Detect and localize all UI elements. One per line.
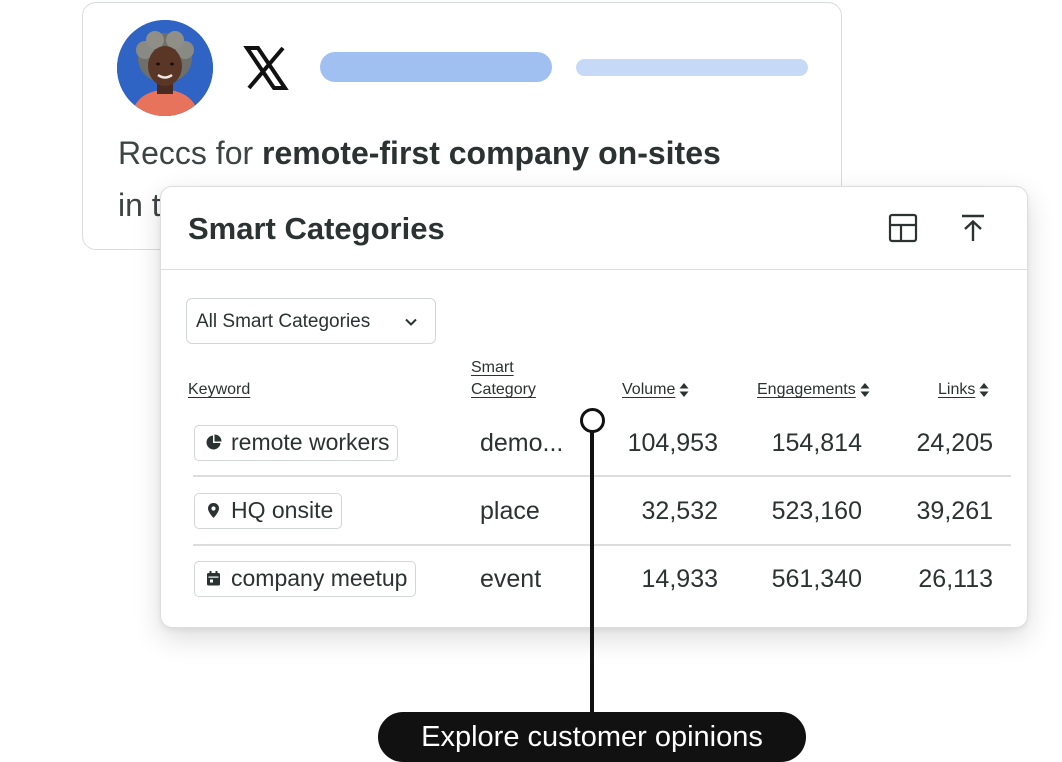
column-header-volume[interactable]: Volume xyxy=(622,379,689,401)
smart-categories-dropdown[interactable]: All Smart Categories xyxy=(186,298,436,344)
keyword-label: remote workers xyxy=(231,429,390,455)
dropdown-label: All Smart Categories xyxy=(196,311,371,332)
export-icon[interactable] xyxy=(957,212,989,244)
column-header-links-label: Links xyxy=(938,381,976,398)
callout-pin-line xyxy=(590,428,594,714)
placeholder-bar xyxy=(320,52,552,82)
column-header-links[interactable]: Links xyxy=(938,379,989,401)
callout-pin-circle xyxy=(580,408,605,433)
tweet-bold: remote-first company on-sites xyxy=(262,135,721,171)
location-pin-icon xyxy=(208,503,219,518)
sort-icon xyxy=(979,382,989,397)
engagements-cell: 523,160 xyxy=(771,497,862,525)
panel-title: Smart Categories xyxy=(188,211,445,246)
smart-categories-panel: Smart Categories All Smart Categories Ke… xyxy=(160,186,1028,628)
sort-icon xyxy=(679,382,689,397)
avatar xyxy=(117,20,213,116)
column-header-engagements[interactable]: Engagements xyxy=(757,379,870,401)
links-cell: 24,205 xyxy=(916,429,993,457)
sort-icon xyxy=(860,382,870,397)
chevron-down-icon xyxy=(405,318,417,326)
volume-cell: 14,933 xyxy=(641,565,718,593)
tweet-text-line2: in t xyxy=(118,187,161,223)
table-row[interactable]: HQ onsite place 32,532 523,160 39,261 xyxy=(161,477,1029,545)
keyword-label: company meetup xyxy=(231,565,408,591)
smart-category-cell: place xyxy=(480,497,540,525)
column-header-smart-line2: Category xyxy=(471,381,536,398)
column-header-engagements-label: Engagements xyxy=(757,381,856,398)
column-header-volume-label: Volume xyxy=(622,381,676,398)
table-row[interactable]: company meetup event 14,933 561,340 26,1… xyxy=(161,545,1029,613)
column-header-smart-line1: Smart xyxy=(471,359,514,376)
smart-category-cell: demo... xyxy=(480,429,564,457)
tweet-text: Reccs for remote-first company on-sites xyxy=(118,127,721,179)
keyword-chip[interactable]: HQ onsite xyxy=(194,493,343,529)
explore-callout-button[interactable]: Explore customer opinions xyxy=(378,712,806,762)
volume-cell: 104,953 xyxy=(627,429,718,457)
smart-category-cell: event xyxy=(480,565,542,593)
keyword-label: HQ onsite xyxy=(231,497,334,523)
tweet-prefix: Reccs for xyxy=(118,135,263,171)
panel-header: Smart Categories xyxy=(161,187,1027,270)
links-cell: 26,113 xyxy=(918,565,993,593)
column-header-smart-category[interactable]: Smart Category xyxy=(471,357,536,401)
volume-cell: 32,532 xyxy=(641,497,718,525)
column-header-keyword[interactable]: Keyword xyxy=(188,379,250,401)
calendar-icon xyxy=(207,571,220,586)
engagements-cell: 561,340 xyxy=(771,565,862,593)
placeholder-bar-light xyxy=(576,59,808,76)
links-cell: 39,261 xyxy=(916,497,993,525)
keyword-chip[interactable]: remote workers xyxy=(194,425,399,461)
keyword-chip[interactable]: company meetup xyxy=(194,561,417,597)
pie-chart-icon xyxy=(206,434,222,450)
table-icon[interactable] xyxy=(887,212,919,244)
engagements-cell: 154,814 xyxy=(771,429,862,457)
x-logo-icon xyxy=(243,45,289,91)
